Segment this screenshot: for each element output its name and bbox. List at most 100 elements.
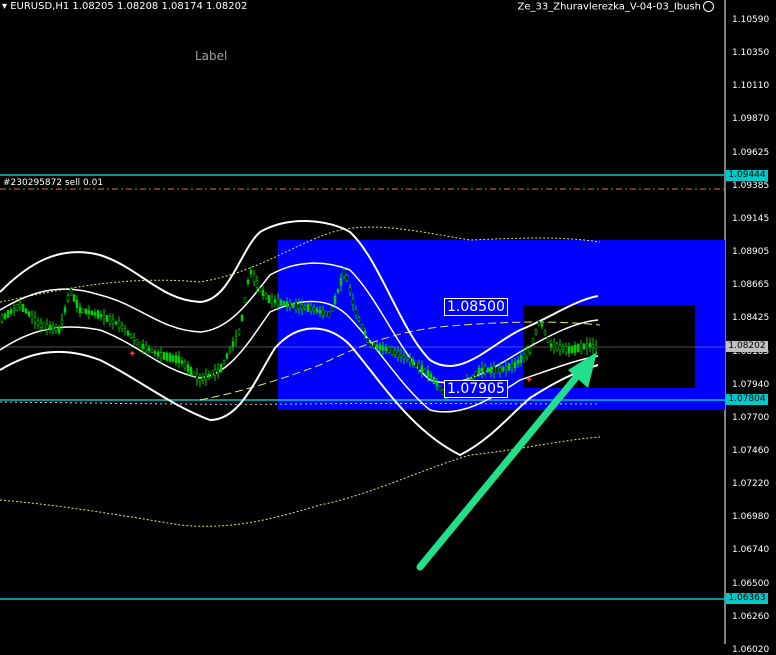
candle-body <box>321 309 325 316</box>
candle-body <box>204 374 208 380</box>
candle-body <box>309 305 313 312</box>
candle-body <box>168 353 172 362</box>
axis-tick-label: 1.08425 <box>732 313 770 324</box>
candle-body <box>432 376 436 384</box>
candle-body <box>48 325 52 330</box>
candle-body <box>42 321 46 331</box>
candle-body <box>66 295 70 301</box>
candle-body <box>486 367 490 373</box>
candle-body <box>297 303 301 309</box>
candle-body <box>501 366 505 372</box>
candle-body <box>474 371 478 377</box>
candle-body <box>420 365 424 373</box>
candle-body <box>528 347 532 353</box>
axis-price-tag: 1.06363 <box>726 593 768 604</box>
candle-body <box>372 343 376 349</box>
candle-body <box>489 367 493 373</box>
candle-body <box>294 301 298 310</box>
expert-name[interactable]: Ze_33_Zhuravlerezka_V-04-03_Ibush <box>518 1 714 13</box>
candle-body <box>162 352 166 360</box>
candle-body <box>414 360 418 369</box>
candle-body <box>291 303 295 308</box>
candle-body <box>234 336 238 340</box>
candle-body <box>552 341 556 351</box>
candle-body <box>213 369 217 376</box>
candle-body <box>525 348 529 358</box>
candle-body <box>117 320 121 329</box>
candle-body <box>63 307 67 313</box>
candle-body <box>435 382 439 387</box>
candle-body <box>411 359 415 365</box>
candle-body <box>27 311 31 317</box>
candle-body <box>150 349 154 353</box>
axis-tick-label: 1.09145 <box>732 213 770 224</box>
candle-body <box>540 323 544 327</box>
axis-tick-label: 1.06740 <box>732 545 770 556</box>
order-label[interactable]: #230295872 sell 0.01 <box>3 178 103 188</box>
candle-body <box>180 360 184 364</box>
axis-tick-label: 1.07700 <box>732 412 770 423</box>
candle-body <box>318 309 322 314</box>
candle-body <box>75 299 79 309</box>
candle-body <box>219 364 223 372</box>
candle-body <box>312 307 316 312</box>
candle-body <box>438 385 442 391</box>
candle-body <box>546 336 550 344</box>
candle-body <box>417 363 421 371</box>
candle-body <box>216 369 220 373</box>
axis-tick-label: 1.06260 <box>732 611 770 622</box>
axis-tick-label: 1.10350 <box>732 48 770 59</box>
candle-body <box>195 373 199 381</box>
signal-marker: ✦ <box>525 375 533 386</box>
candle-body <box>99 313 103 318</box>
candle-body <box>15 303 19 311</box>
symbol-info-text: EURUSD,H1 1.08205 1.08208 1.08174 1.0820… <box>10 1 248 12</box>
price-box-lower[interactable]: 1.07905 <box>444 380 508 398</box>
axis-tick-label: 1.06980 <box>732 512 770 523</box>
candle-body <box>255 280 259 288</box>
candle-body <box>549 343 553 347</box>
candle-body <box>36 320 40 326</box>
candle-body <box>222 360 226 364</box>
candle-body <box>237 329 241 335</box>
candle-body <box>279 299 283 306</box>
candle-body <box>9 309 13 314</box>
candle-body <box>39 322 43 328</box>
axis-tick-label: 1.07460 <box>732 445 770 456</box>
candle-body <box>387 346 391 353</box>
axis-tick-label: 1.09385 <box>732 180 770 191</box>
candle-body <box>138 341 142 349</box>
candle-body <box>240 314 244 322</box>
price-chart[interactable]: ✦ ✦ <box>0 0 776 644</box>
candle-body <box>522 352 526 360</box>
candle-body <box>390 347 394 355</box>
candle-body <box>102 314 106 320</box>
candle-body <box>567 346 571 354</box>
candle-body <box>84 309 88 314</box>
candle-body <box>579 343 583 352</box>
candle-body <box>306 303 310 312</box>
candle-body <box>429 373 433 379</box>
candle-body <box>0 315 4 322</box>
candle-body <box>231 341 235 347</box>
candle-body <box>393 349 397 356</box>
chart-label[interactable]: Label <box>195 49 227 63</box>
candle-body <box>366 338 370 343</box>
candle-body <box>57 326 61 334</box>
candle-body <box>6 310 10 318</box>
candle-body <box>249 270 253 274</box>
candle-body <box>189 367 193 375</box>
candle-body <box>144 344 148 352</box>
candle-body <box>258 288 262 292</box>
candle-body <box>594 345 598 349</box>
candle-body <box>327 311 331 318</box>
envelope-lower <box>0 436 601 527</box>
price-box-upper[interactable]: 1.08500 <box>444 298 508 316</box>
candle-body <box>555 343 559 350</box>
candle-body <box>342 269 346 277</box>
expert-name-text: Ze_33_Zhuravlerezka_V-04-03_Ibush <box>517 1 701 13</box>
candle-body <box>477 367 481 375</box>
candle-body <box>360 324 364 329</box>
candle-body <box>87 310 91 315</box>
candle-body <box>402 355 406 359</box>
